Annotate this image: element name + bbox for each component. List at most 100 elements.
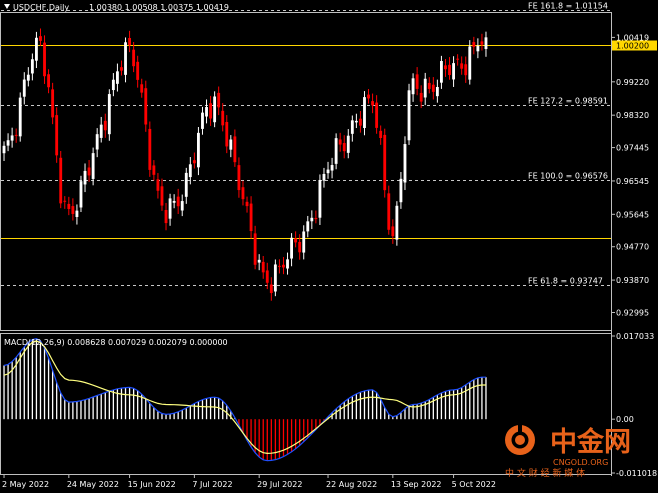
candle-body [205, 107, 208, 117]
signal-line [3, 340, 486, 455]
candle-body [241, 187, 245, 200]
chart-ohlc: 1.00380 1.00508 1.00375 1.00419 [89, 3, 229, 12]
price-tick-label: 0.97445 [616, 144, 649, 153]
candle-body [176, 196, 180, 207]
candle-body [140, 84, 144, 93]
fib-label: FE 61.8 = 0.93747 [528, 277, 603, 286]
candle-body [342, 143, 346, 152]
candle-body [318, 179, 322, 218]
candle-body [83, 170, 87, 185]
candle-body [286, 259, 289, 269]
candle-body [180, 201, 184, 211]
candle-body [399, 178, 403, 203]
triangle-down-icon[interactable] [4, 4, 10, 9]
candle-body [79, 181, 83, 208]
date-tick-label: 15 Jun 2022 [128, 480, 176, 489]
watermark-domain: CNGOLD.ORG [553, 458, 608, 467]
candle-body [120, 67, 123, 71]
macd-tick-label: 0.017033 [616, 332, 654, 341]
candle-body [103, 120, 107, 131]
candle-body [225, 121, 229, 147]
candle-body [427, 82, 431, 89]
chart-canvas: FE 161.8 = 1.01154 FE 127.2 = 0.98591 FE 1… [0, 2, 657, 489]
date-tick-label: 29 Jul 2022 [257, 480, 302, 489]
candle-body [484, 37, 488, 50]
candle-body [476, 45, 480, 52]
fib-label: FE 100.0 = 0.96576 [528, 172, 608, 181]
candle-body [144, 88, 148, 125]
candle-body [209, 103, 212, 119]
candle-body [55, 115, 59, 156]
candle-body [379, 130, 383, 139]
candle-body [99, 124, 103, 138]
candle-body [245, 201, 249, 207]
candle-body [472, 42, 476, 47]
candle-body [26, 74, 30, 81]
chart-symbol: USDCHF,Daily [13, 3, 69, 12]
candle-body [480, 41, 484, 45]
candle-body [269, 284, 273, 294]
candle-body [444, 65, 447, 70]
candle-body [87, 167, 91, 176]
candle-body [91, 153, 95, 179]
candle-body [431, 84, 435, 92]
time-axis: 2 May 2022 24 May 2022 15 Jun 2022 7 Jul 20… [2, 474, 496, 489]
candle-body [217, 92, 221, 108]
candle-body [460, 63, 464, 69]
watermark-tagline: 中 文 财 经 新 媒 体 [505, 467, 585, 479]
macd-title: MACD(12,26,9) 0.008628 0.007029 0.002079… [4, 338, 228, 347]
candle-body [371, 101, 374, 106]
date-tick-label: 7 Jul 2022 [192, 480, 232, 489]
price-tick-label: 0.93870 [616, 276, 649, 285]
candle-body [233, 136, 237, 163]
candle-body [326, 169, 330, 174]
level-price-label: 1.00200 [616, 42, 649, 51]
candle-body [435, 87, 439, 97]
fib-levels: FE 161.8 = 1.01154 FE 127.2 = 0.98591 FE 1… [1, 2, 611, 286]
candles [2, 28, 488, 301]
candle-body [249, 203, 253, 232]
candle-body [51, 89, 55, 118]
candle-body [111, 79, 115, 91]
candle-body [95, 134, 99, 150]
candle-body [14, 134, 18, 136]
date-tick-label: 5 Oct 2022 [452, 480, 496, 489]
date-tick-label: 2 May 2022 [2, 480, 49, 489]
date-tick-label: 13 Sep 2022 [391, 480, 442, 489]
candle-body [354, 120, 358, 123]
candle-body [282, 264, 285, 268]
price-axis: 1.004191.002000.992200.983200.974450.965… [611, 33, 657, 318]
candle-body [290, 237, 293, 259]
candle-body [322, 173, 326, 181]
candle-body [375, 102, 379, 128]
candle-body [257, 259, 261, 263]
candle-body [213, 96, 217, 123]
candle-body [107, 94, 111, 135]
macd-tick-label: 0.00 [616, 415, 634, 424]
candle-body [168, 198, 172, 219]
candle-body [310, 217, 314, 222]
watermark: 中金网 CNGOLD.ORG 中 文 财 经 新 媒 体 [505, 425, 631, 479]
candle-body [440, 61, 443, 83]
candle-body [63, 200, 67, 202]
candle-body [346, 135, 350, 153]
candle-body [39, 36, 42, 41]
candle-body [419, 92, 423, 102]
candle-body [156, 179, 160, 191]
candle-body [164, 209, 168, 224]
candle-body [136, 61, 140, 80]
macd-line [3, 337, 486, 462]
candle-body [403, 144, 407, 183]
candle-body [387, 193, 391, 230]
horizontal-levels [1, 45, 611, 239]
candle-body [71, 206, 75, 214]
candle-body [148, 128, 152, 170]
candle-body [448, 64, 451, 76]
candle-body [395, 205, 399, 240]
candle-body [59, 157, 63, 204]
candle-body [464, 64, 468, 76]
candle-body [338, 139, 342, 145]
candle-body [2, 145, 6, 154]
candle-body [124, 42, 127, 75]
candle-body [116, 71, 119, 84]
